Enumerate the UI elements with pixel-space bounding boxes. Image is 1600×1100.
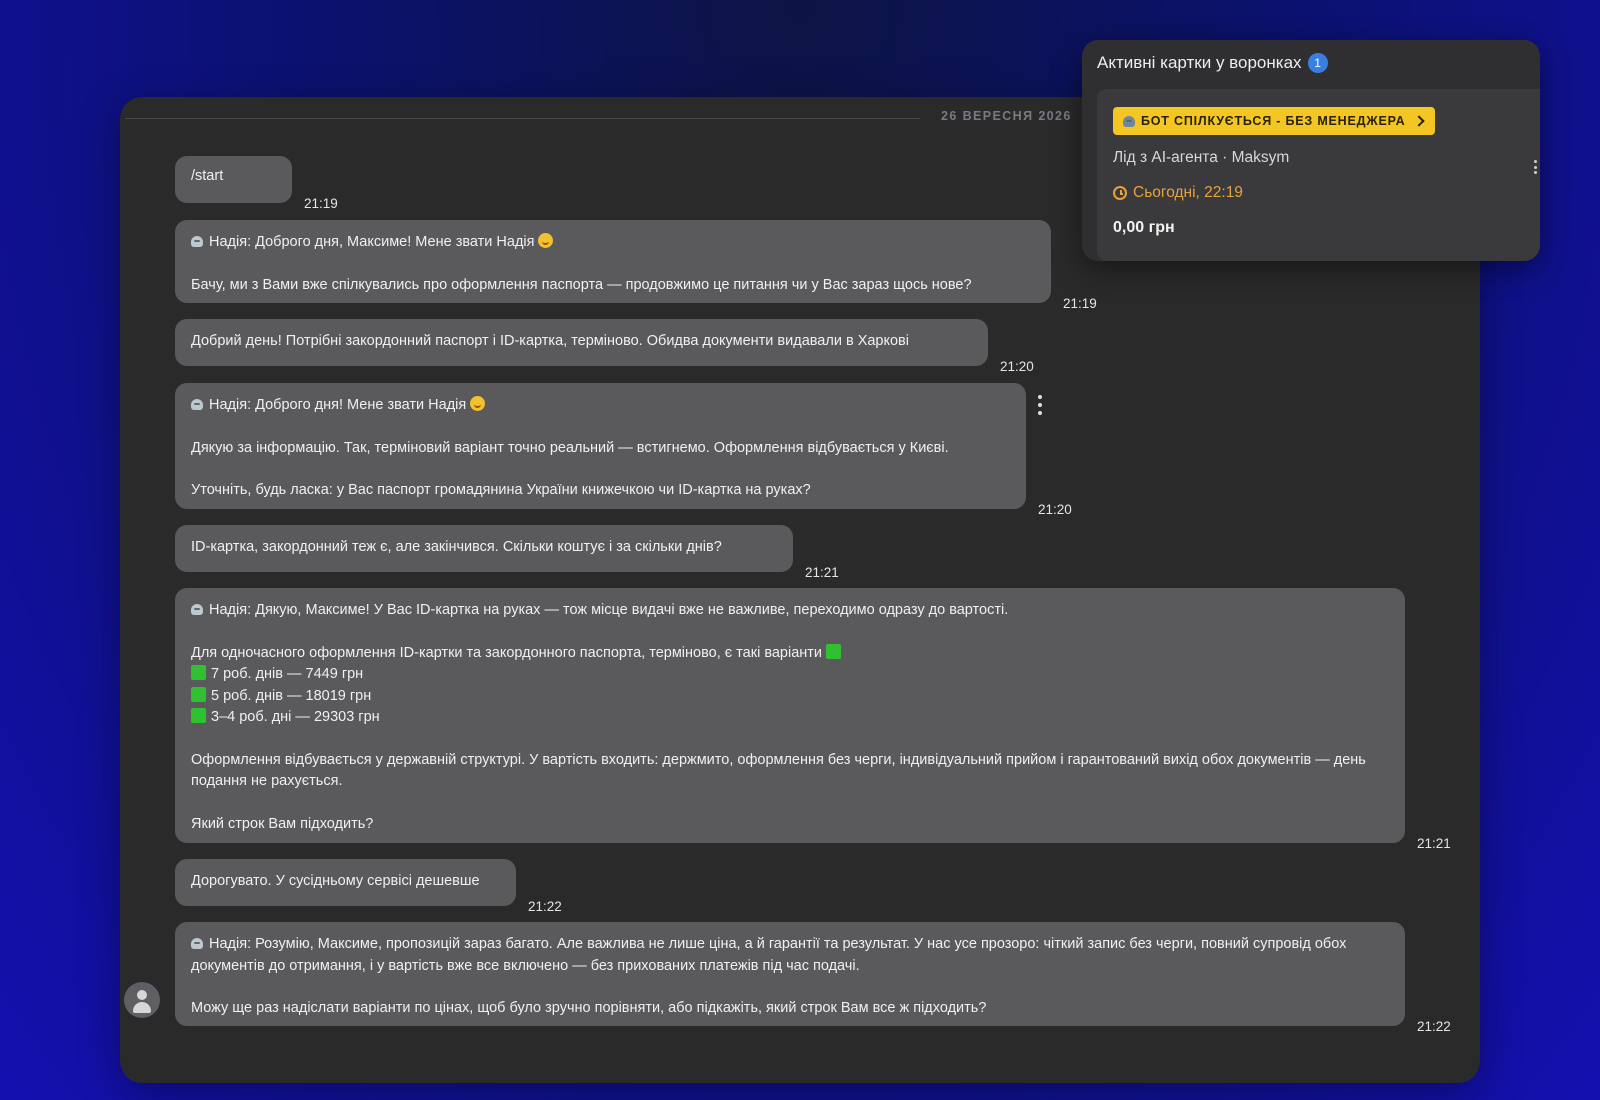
- card-more-icon[interactable]: [1534, 160, 1538, 174]
- message-row: Добрий день! Потрібні закордонний паспор…: [175, 319, 1034, 374]
- message-text: Надія: Розумію, Максиме, пропозицій зара…: [191, 936, 1347, 974]
- bot-icon: [1123, 115, 1135, 127]
- message-bubble[interactable]: Надія: Доброго дня, Максиме! Мене звати …: [175, 220, 1051, 303]
- message-row: Дорогувато. У сусідньому сервісі дешевше…: [175, 859, 562, 914]
- message-text: Бачу, ми з Вами вже спілкувались про офо…: [191, 276, 972, 293]
- status-chip[interactable]: БОТ СПІЛКУЄТЬСЯ - БЕЗ МЕНЕДЖЕРА: [1113, 107, 1436, 135]
- message-more-icon[interactable]: [1037, 395, 1043, 415]
- price-option: 3–4 роб. дні — 29303 грн: [211, 709, 380, 725]
- message-time: 21:19: [304, 196, 338, 211]
- due-date: Сьогодні, 22:19: [1113, 184, 1243, 202]
- green-square-icon: [826, 643, 842, 659]
- bot-icon: [191, 604, 203, 615]
- message-row: Надія: Дякую, Максиме! У Вас ID-картка н…: [175, 588, 1451, 851]
- message-text: Дорогувато. У сусідньому сервісі дешевше: [191, 873, 480, 889]
- message-text: Який строк Вам підходить?: [191, 815, 374, 832]
- message-row: Надія: Доброго дня, Максиме! Мене звати …: [175, 220, 1097, 311]
- price-option: 5 роб. днів — 18019 грн: [211, 687, 372, 704]
- status-chip-label: БОТ СПІЛКУЄТЬСЯ - БЕЗ МЕНЕДЖЕРА: [1141, 114, 1406, 128]
- message-time: 21:21: [805, 565, 839, 580]
- message-text: /start: [191, 168, 224, 184]
- message-text: Добрий день! Потрібні закордонний паспор…: [191, 333, 909, 349]
- date-separator-line: [125, 118, 920, 119]
- message-text: Для одночасного оформлення ID-картки та …: [191, 644, 823, 661]
- message-bubble[interactable]: Добрий день! Потрібні закордонний паспор…: [175, 319, 988, 366]
- funnel-cards-panel: Активні картки у воронках 1 БОТ СПІЛКУЄТЬ…: [1082, 40, 1540, 261]
- lead-source: Лід з AI-агента · Maksym: [1113, 149, 1290, 166]
- message-text: Уточніть, будь ласка: у Вас паспорт гром…: [191, 482, 811, 498]
- message-time: 21:22: [528, 899, 562, 914]
- message-bubble[interactable]: Надія: Доброго дня! Мене звати Надія Дяк…: [175, 383, 1026, 509]
- green-square-icon: [191, 665, 206, 680]
- message-bubble[interactable]: /start: [175, 156, 292, 203]
- clock-icon: [1113, 186, 1127, 200]
- message-text: Оформлення відбувається у державній стру…: [191, 751, 1366, 790]
- funnel-card[interactable]: БОТ СПІЛКУЄТЬСЯ - БЕЗ МЕНЕДЖЕРА Лід з AI…: [1097, 89, 1540, 261]
- bot-icon: [191, 938, 203, 949]
- date-separator: 26 ВЕРЕСНЯ 2026: [125, 109, 1185, 127]
- message-row: Надія: Розумію, Максиме, пропозицій зара…: [175, 922, 1451, 1034]
- message-time: 21:22: [1417, 1019, 1451, 1034]
- message-text: Дякую за інформацію. Так, терміновий вар…: [191, 439, 949, 456]
- message-bubble[interactable]: Дорогувато. У сусідньому сервісі дешевше: [175, 859, 516, 906]
- funnel-panel-title-text: Активні картки у воронках: [1097, 53, 1302, 72]
- message-text: Надія: Доброго дня, Максиме! Мене звати …: [209, 234, 535, 250]
- message-time: 21:20: [1038, 502, 1072, 517]
- green-square-icon: [191, 708, 206, 723]
- message-bubble[interactable]: Надія: Дякую, Максиме! У Вас ID-картка н…: [175, 588, 1405, 843]
- message-text: Надія: Доброго дня! Мене звати Надія: [209, 397, 467, 413]
- smile-emoji-icon: [538, 233, 554, 248]
- message-time: 21:20: [1000, 359, 1034, 374]
- message-bubble[interactable]: Надія: Розумію, Максиме, пропозицій зара…: [175, 922, 1405, 1026]
- deal-amount: 0,00 грн: [1113, 219, 1175, 236]
- message-time: 21:19: [1063, 296, 1097, 311]
- message-text: ID-картка, закордонний теж є, але закінч…: [191, 539, 722, 555]
- message-bubble[interactable]: ID-картка, закордонний теж є, але закінч…: [175, 525, 793, 572]
- smile-emoji-icon: [470, 396, 486, 411]
- message-row: /start 21:19: [175, 156, 338, 211]
- green-square-icon: [191, 686, 206, 702]
- message-text: Можу ще раз надіслати варіанти по цінах,…: [191, 1000, 987, 1016]
- bot-icon: [191, 399, 203, 410]
- message-time: 21:21: [1417, 836, 1451, 851]
- bot-icon: [191, 236, 203, 247]
- date-separator-label: 26 ВЕРЕСНЯ 2026: [941, 109, 1072, 123]
- funnel-count-badge: 1: [1307, 53, 1328, 73]
- price-option: 7 роб. днів — 7449 грн: [211, 666, 364, 682]
- message-text: Надія: Дякую, Максиме! У Вас ID-картка н…: [209, 602, 1009, 618]
- funnel-panel-title: Активні картки у воронках 1: [1097, 53, 1328, 73]
- message-row: ID-картка, закордонний теж є, але закінч…: [175, 525, 839, 580]
- due-date-text: Сьогодні, 22:19: [1133, 184, 1243, 201]
- chevron-right-icon: [1413, 115, 1426, 127]
- user-avatar-icon[interactable]: [124, 982, 160, 1018]
- message-row: Надія: Доброго дня! Мене звати Надія Дяк…: [175, 383, 1072, 517]
